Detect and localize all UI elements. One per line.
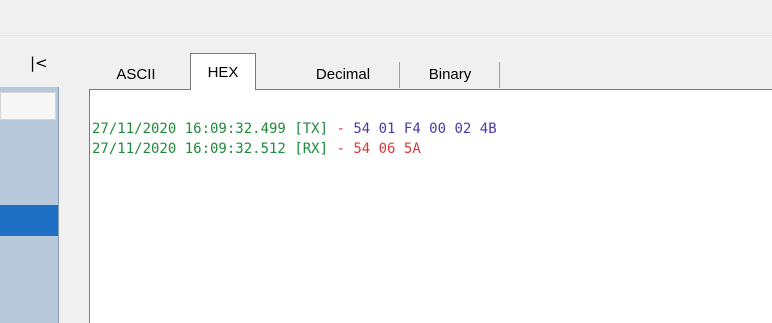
tab-ascii[interactable]: ASCII [90,60,182,90]
log-separator: - [328,141,354,157]
log-direction: [RX] [294,141,329,157]
terminal-output[interactable]: 27/11/2020 16:09:32.499 [TX] - 54 01 F4 … [89,89,772,323]
log-separator: - [328,121,354,137]
list-item-selected[interactable] [0,205,58,236]
format-tab-bar: ASCII HEX Decimal Binary [90,50,772,90]
log-direction: [TX] [294,121,329,137]
log-bytes-rx: 54 06 5A [353,141,421,157]
log-timestamp: 27/11/2020 16:09:32.499 [92,121,286,137]
tab-binary[interactable]: Binary [400,60,500,90]
tab-decimal[interactable]: Decimal [286,60,400,90]
log-line: 27/11/2020 16:09:32.499 [TX] - 54 01 F4 … [92,120,497,138]
toolbar-divider [0,35,772,36]
device-list [0,87,59,323]
log-timestamp: 27/11/2020 16:09:32.512 [92,141,286,157]
log-bytes-tx: 54 01 F4 00 02 4B [353,121,497,137]
collapse-panel-button[interactable]: |< [30,50,58,76]
list-item[interactable] [0,92,56,120]
tab-hex[interactable]: HEX [190,53,256,90]
top-toolbar-area [0,0,772,35]
log-line: 27/11/2020 16:09:32.512 [RX] - 54 06 5A [92,140,421,158]
